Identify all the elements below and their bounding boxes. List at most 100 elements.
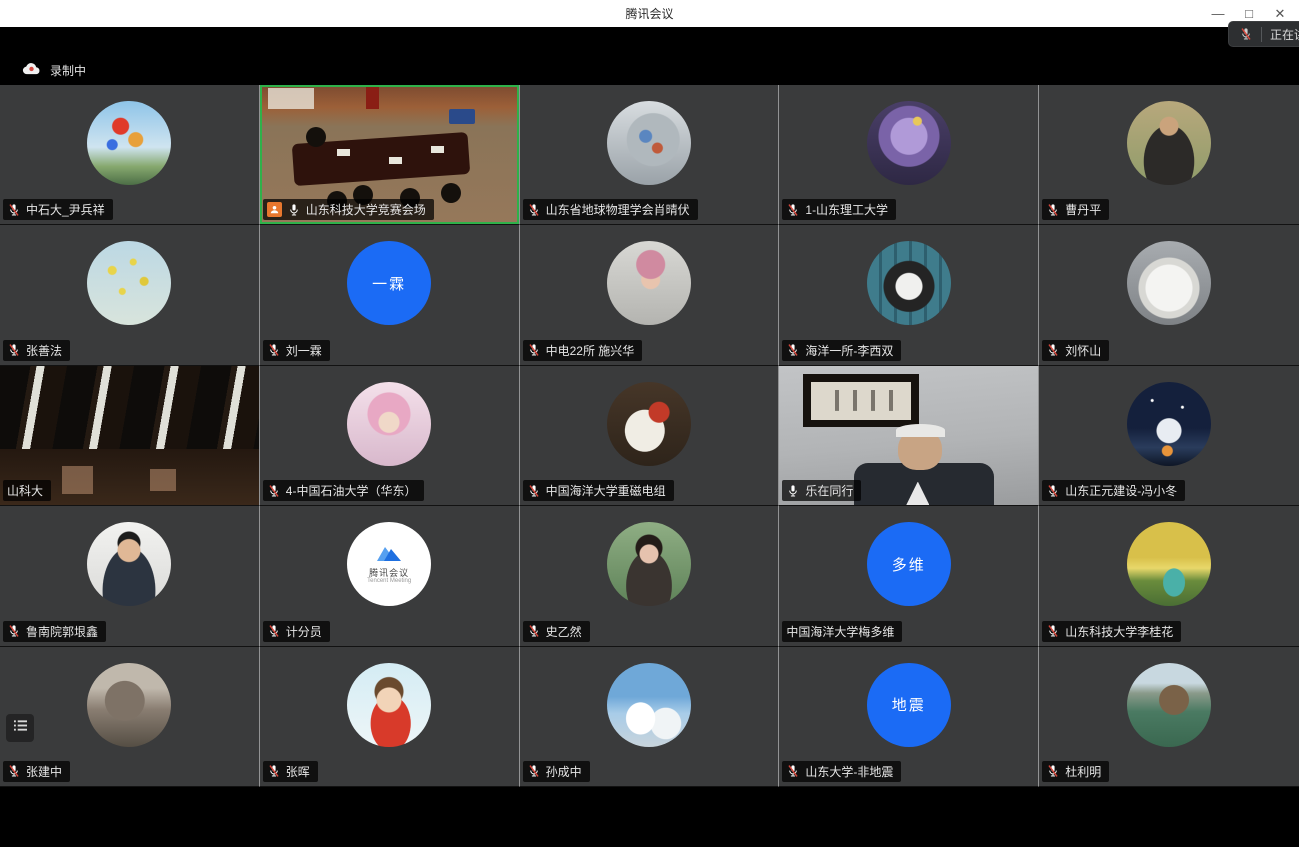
- participant-name: 4-中国石油大学（华东）: [286, 482, 417, 499]
- participant-tile[interactable]: 山东科技大学竞赛会场: [260, 85, 520, 225]
- participant-tile[interactable]: 乐在同行: [779, 366, 1039, 506]
- participant-name: 1-山东理工大学: [805, 201, 888, 218]
- mic-on-icon: [786, 484, 800, 498]
- participant-tile[interactable]: 山科大: [0, 366, 260, 506]
- avatar-text: 地震: [892, 694, 926, 715]
- list-view-icon: [13, 719, 28, 737]
- avatar-spring-blossoms: [87, 241, 171, 325]
- participant-tile[interactable]: 一霖刘一霖: [260, 225, 520, 365]
- avatar-hot-air-balloons: [87, 101, 171, 185]
- mic-muted-icon: [527, 343, 541, 357]
- name-label: 张善法: [3, 340, 70, 361]
- participant-name: 山东科技大学竞赛会场: [306, 201, 426, 218]
- name-label: 刘怀山: [1042, 340, 1109, 361]
- name-label: 张建中: [3, 761, 70, 782]
- participant-name: 孙成中: [546, 763, 582, 780]
- name-label: 乐在同行: [782, 480, 861, 501]
- participant-tile[interactable]: 腾讯会议Tencent Meeting计分员: [260, 506, 520, 646]
- room-curtain: [366, 85, 379, 109]
- participant-tile[interactable]: 多维中国海洋大学梅多维: [779, 506, 1039, 646]
- table-paper: [337, 149, 350, 156]
- participant-tile[interactable]: 张晖: [260, 647, 520, 787]
- avatar-rice-scoop: [607, 382, 691, 466]
- window-glow: [150, 469, 176, 491]
- avatar-night-mountain: [1127, 382, 1211, 466]
- participant-tile[interactable]: 张善法: [0, 225, 260, 365]
- mic-muted-icon: [1046, 624, 1060, 638]
- participant-tile[interactable]: 地震山东大学-非地震: [779, 647, 1039, 787]
- participant-tile[interactable]: 1-山东理工大学: [779, 85, 1039, 225]
- participant-name: 史乙然: [546, 623, 582, 640]
- participant-name: 中电22所 施兴华: [546, 342, 635, 359]
- name-label: 海洋一所-李西双: [782, 340, 901, 361]
- attendee-silhouette: [441, 183, 461, 203]
- participant-name: 山东正元建设-冯小冬: [1065, 482, 1177, 499]
- mic-muted-icon: [7, 624, 21, 638]
- name-label: 刘一霖: [263, 340, 330, 361]
- meeting-window: 腾讯会议 — □ ✕ 正在讲 录制中 中石大_尹兵祥山东科技大学竞赛会场山东省地…: [0, 0, 1299, 847]
- recording-indicator[interactable]: 录制中: [22, 61, 86, 80]
- mic-muted-icon: [1046, 343, 1060, 357]
- name-label: 计分员: [263, 621, 330, 642]
- mic-muted-icon: [1046, 484, 1060, 498]
- popup-divider: [1261, 27, 1262, 42]
- tencent-meeting-logo-icon: [374, 543, 404, 568]
- participant-tile[interactable]: 山东科技大学李桂花: [1039, 506, 1299, 646]
- name-label: 中电22所 施兴华: [523, 340, 643, 361]
- participant-tile[interactable]: 山东省地球物理学会肖晴伏: [520, 85, 780, 225]
- mic-muted-icon: [267, 764, 281, 778]
- text-avatar: 一霖: [347, 241, 431, 325]
- participant-tile[interactable]: 中石大_尹兵祥: [0, 85, 260, 225]
- participant-tile[interactable]: 张建中: [0, 647, 260, 787]
- participant-name: 中石大_尹兵祥: [26, 201, 105, 218]
- participant-tile[interactable]: 中国海洋大学重磁电组: [520, 366, 780, 506]
- mic-muted-icon: [527, 484, 541, 498]
- avatar-dog: [867, 241, 951, 325]
- name-label: 曹丹平: [1042, 199, 1109, 220]
- participant-tile[interactable]: 4-中国石油大学（华东）: [260, 366, 520, 506]
- participant-tile[interactable]: 曹丹平: [1039, 85, 1299, 225]
- participant-tile[interactable]: 海洋一所-李西双: [779, 225, 1039, 365]
- participant-name: 张建中: [26, 763, 62, 780]
- participant-name: 张晖: [286, 763, 310, 780]
- avatar-sky-clouds: [607, 663, 691, 747]
- recording-label: 录制中: [50, 62, 86, 79]
- avatar-cartoon-kid: [347, 663, 431, 747]
- participant-name: 计分员: [286, 623, 322, 640]
- participant-tile[interactable]: 孙成中: [520, 647, 780, 787]
- minimize-button[interactable]: —: [1207, 3, 1229, 25]
- recording-cloud-icon: [22, 61, 41, 80]
- participant-name: 刘怀山: [1065, 342, 1101, 359]
- participant-name: 中国海洋大学重磁电组: [546, 482, 666, 499]
- participant-tile[interactable]: 史乙然: [520, 506, 780, 646]
- layout-list-button[interactable]: [6, 714, 34, 742]
- participant-tile[interactable]: 刘怀山: [1039, 225, 1299, 365]
- participant-tile[interactable]: 中电22所 施兴华: [520, 225, 780, 365]
- mic-muted-icon: [527, 764, 541, 778]
- participant-tile[interactable]: 杜利明: [1039, 647, 1299, 787]
- participant-name: 山东大学-非地震: [805, 763, 893, 780]
- participant-name: 杜利明: [1065, 763, 1101, 780]
- avatar-toddler-pink-hat: [607, 241, 691, 325]
- speaking-status-text: 正在讲: [1270, 26, 1299, 43]
- name-label: 中国海洋大学梅多维: [782, 621, 902, 642]
- text-avatar: 多维: [867, 522, 951, 606]
- name-label: 山东大学-非地震: [782, 761, 901, 782]
- avatar-ice-sculpture: [1127, 241, 1211, 325]
- avatar-child-outdoor: [1127, 101, 1211, 185]
- mic-muted-icon: [267, 624, 281, 638]
- participant-name: 张善法: [26, 342, 62, 359]
- window-title: 腾讯会议: [625, 5, 673, 22]
- participant-tile[interactable]: 山东正元建设-冯小冬: [1039, 366, 1299, 506]
- participant-name: 山东科技大学李桂花: [1065, 623, 1173, 640]
- mic-muted-icon: [1239, 27, 1253, 41]
- speaking-status-popup[interactable]: 正在讲: [1228, 21, 1299, 47]
- participant-tile[interactable]: 鲁南院郭垠鑫: [0, 506, 260, 646]
- text-avatar: 地震: [867, 663, 951, 747]
- mic-on-icon: [287, 203, 301, 217]
- logo-text-en: Tencent Meeting: [367, 578, 411, 585]
- participant-name: 乐在同行: [805, 482, 853, 499]
- avatar-text: 一霖: [372, 273, 406, 294]
- mic-muted-icon: [1046, 203, 1060, 217]
- name-label: 山东省地球物理学会肖晴伏: [523, 199, 698, 220]
